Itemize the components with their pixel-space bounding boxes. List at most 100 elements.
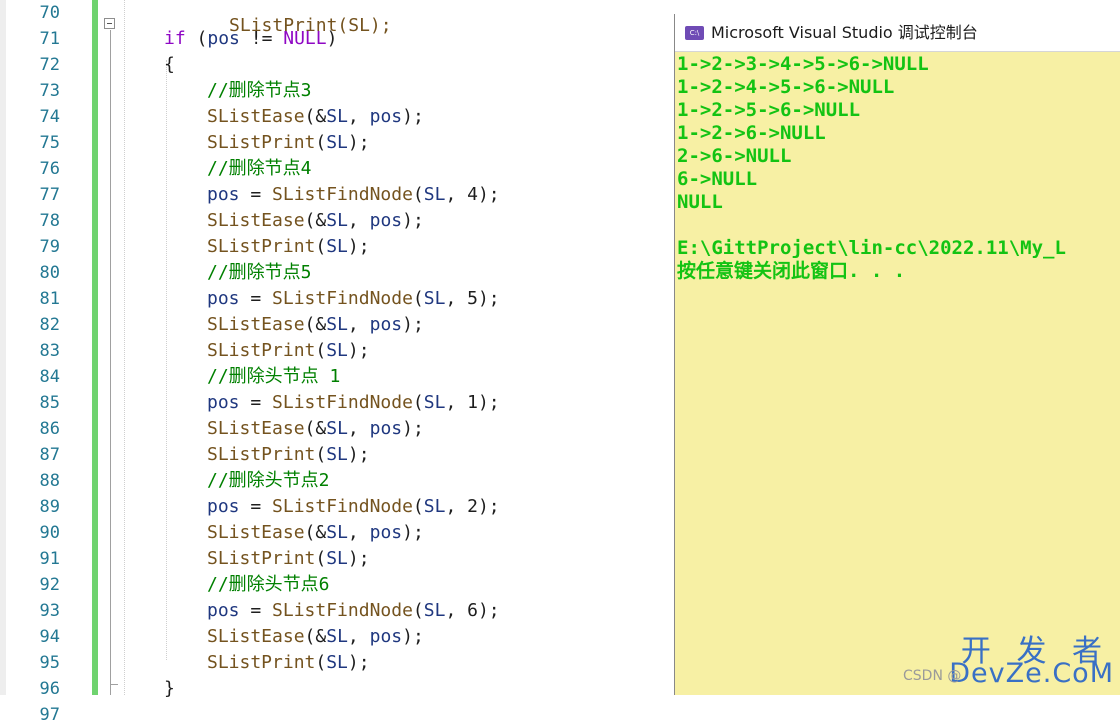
code-token: ( bbox=[315, 652, 327, 673]
code-token: pos bbox=[369, 522, 403, 543]
code-token: ); bbox=[402, 522, 424, 543]
code-token: ); bbox=[347, 132, 370, 153]
code-token: } bbox=[164, 678, 175, 699]
code-token: (& bbox=[304, 522, 327, 543]
code-token: ( bbox=[412, 496, 424, 517]
code-line[interactable]: SListEase(&SL, pos); bbox=[207, 624, 424, 650]
code-token: //删除头节点 1 bbox=[207, 366, 341, 387]
code-token: SL bbox=[326, 236, 348, 257]
code-token: ); bbox=[347, 236, 370, 257]
code-line[interactable]: SListPrint(SL); bbox=[207, 442, 370, 468]
code-token: SListFindNode bbox=[272, 600, 413, 621]
code-token: SL bbox=[326, 444, 348, 465]
code-line[interactable]: SListPrint(SL); bbox=[207, 546, 370, 572]
code-token: ( bbox=[412, 184, 424, 205]
code-token: //删除节点5 bbox=[207, 262, 312, 283]
code-token: ); bbox=[347, 340, 370, 361]
code-token: , 1); bbox=[445, 392, 500, 413]
code-token: pos bbox=[207, 28, 240, 49]
code-line[interactable]: pos = SListFindNode(SL, 4); bbox=[207, 182, 500, 208]
code-line-partial[interactable]: SListPrint(SL); bbox=[164, 0, 392, 36]
code-line[interactable]: SListEase(&SL, pos); bbox=[207, 104, 424, 130]
code-line[interactable]: SListEase(&SL, pos); bbox=[207, 520, 424, 546]
code-token: SListEase bbox=[207, 522, 305, 543]
code-line[interactable]: } bbox=[164, 676, 175, 702]
code-token: SListEase bbox=[207, 314, 305, 335]
code-line[interactable]: if (pos != NULL) bbox=[164, 26, 337, 52]
code-line[interactable]: pos = SListFindNode(SL, 5); bbox=[207, 286, 500, 312]
code-line[interactable]: SListPrint(SL); bbox=[207, 234, 370, 260]
code-token: SL bbox=[326, 548, 348, 569]
code-line[interactable]: //删除节点5 bbox=[207, 260, 312, 286]
console-output-line: 1->2->3->4->5->6->NULL bbox=[677, 53, 929, 75]
code-token: SL bbox=[423, 184, 446, 205]
code-line[interactable]: //删除头节点 1 bbox=[207, 364, 340, 390]
code-token: if bbox=[164, 28, 186, 49]
code-line[interactable]: pos = SListFindNode(SL, 1); bbox=[207, 390, 500, 416]
code-token: ( bbox=[412, 392, 424, 413]
code-token: = bbox=[239, 496, 273, 517]
console-title-bar[interactable]: C:\ Microsoft Visual Studio 调试控制台 bbox=[675, 14, 1120, 52]
code-token: ); bbox=[402, 418, 424, 439]
code-token: SListEase bbox=[207, 210, 305, 231]
code-token: SL bbox=[326, 626, 348, 647]
console-output-line: 6->NULL bbox=[677, 168, 758, 190]
code-line[interactable]: //删除节点4 bbox=[207, 156, 312, 182]
console-output-line: 2->6->NULL bbox=[677, 145, 792, 167]
code-token: (& bbox=[304, 106, 327, 127]
console-output-line: 1->2->4->5->6->NULL bbox=[677, 76, 895, 98]
code-token: SListPrint bbox=[207, 652, 316, 673]
code-token: ); bbox=[347, 652, 370, 673]
code-token: SListPrint bbox=[207, 132, 316, 153]
code-token: pos bbox=[207, 184, 240, 205]
code-token: SListFindNode bbox=[272, 496, 413, 517]
code-token: SListFindNode bbox=[272, 184, 413, 205]
code-token: ( bbox=[185, 28, 208, 49]
code-line[interactable]: pos = SListFindNode(SL, 6); bbox=[207, 598, 500, 624]
console-output-line: E:\GittProject\lin-cc\2022.11\My_L bbox=[677, 237, 1066, 259]
code-token: ( bbox=[412, 600, 424, 621]
code-token: , 2); bbox=[445, 496, 500, 517]
code-token: SL bbox=[326, 132, 348, 153]
console-output-area[interactable]: 1->2->3->4->5->6->NULL 1->2->4->5->6->NUL… bbox=[677, 53, 1120, 693]
code-token: //删除节点4 bbox=[207, 158, 312, 179]
code-token: pos bbox=[369, 314, 403, 335]
code-token: SListEase bbox=[207, 626, 305, 647]
code-line[interactable]: //删除节点3 bbox=[207, 78, 312, 104]
code-token: ( bbox=[315, 236, 327, 257]
code-token: = bbox=[239, 600, 273, 621]
code-token: ); bbox=[402, 314, 424, 335]
code-line[interactable]: SListPrint(SL); bbox=[207, 130, 370, 156]
code-token: ); bbox=[347, 548, 370, 569]
code-line[interactable]: { bbox=[164, 52, 175, 78]
code-token: , bbox=[347, 626, 370, 647]
code-line[interactable]: //删除头节点2 bbox=[207, 468, 330, 494]
debug-console-window[interactable]: C:\ Microsoft Visual Studio 调试控制台 1->2->… bbox=[674, 14, 1120, 695]
console-output-line: 按任意键关闭此窗口. . . bbox=[677, 260, 906, 282]
code-token: (& bbox=[304, 314, 327, 335]
code-token: pos bbox=[369, 626, 403, 647]
code-token: , bbox=[347, 418, 370, 439]
code-token: //删除节点3 bbox=[207, 80, 312, 101]
code-token: = bbox=[239, 392, 273, 413]
code-token: , bbox=[347, 522, 370, 543]
code-line[interactable]: pos = SListFindNode(SL, 2); bbox=[207, 494, 500, 520]
code-token: SL bbox=[326, 418, 348, 439]
code-token: pos bbox=[369, 418, 403, 439]
code-token: SListFindNode bbox=[272, 288, 413, 309]
code-line[interactable]: SListEase(&SL, pos); bbox=[207, 208, 424, 234]
code-token: pos bbox=[207, 600, 240, 621]
code-token: SL bbox=[326, 314, 348, 335]
code-token: //删除头节点2 bbox=[207, 470, 330, 491]
code-token: NULL bbox=[283, 28, 327, 49]
code-line[interactable]: SListPrint(SL); bbox=[207, 338, 370, 364]
code-line[interactable]: //删除头节点6 bbox=[207, 572, 330, 598]
code-line[interactable]: SListEase(&SL, pos); bbox=[207, 312, 424, 338]
code-token: ); bbox=[402, 210, 424, 231]
code-token: ( bbox=[412, 288, 424, 309]
code-line[interactable]: SListEase(&SL, pos); bbox=[207, 416, 424, 442]
code-line[interactable]: SListPrint(SL); bbox=[207, 650, 370, 676]
code-token: = bbox=[239, 184, 273, 205]
code-token: ( bbox=[315, 548, 327, 569]
console-output-line: NULL bbox=[677, 191, 723, 213]
